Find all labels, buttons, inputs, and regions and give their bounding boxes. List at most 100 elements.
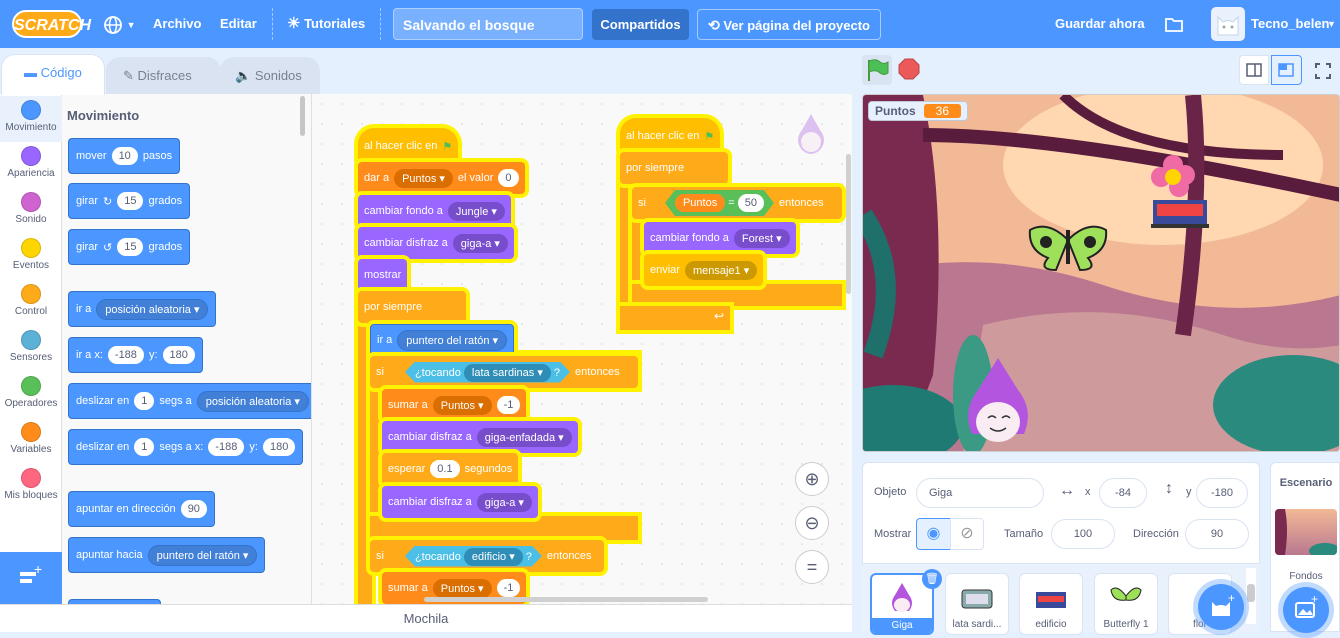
block-por-siempre[interactable]: por siempre	[620, 152, 728, 184]
add-backdrop-button[interactable]: +	[1283, 587, 1329, 633]
dropdown[interactable]: Forest ▾	[733, 228, 790, 248]
number-input[interactable]: 1	[134, 392, 155, 410]
number-input[interactable]: 180	[162, 346, 195, 364]
dropdown[interactable]: Puntos ▾	[432, 578, 492, 598]
block-deslizar-a[interactable]: deslizar en 1 segs a posición aleatoria ▾	[68, 383, 311, 419]
y-input[interactable]: -180	[1196, 478, 1248, 508]
block-deslizar-xy[interactable]: deslizar en 1 segs a x: -188 y: 180	[68, 429, 304, 465]
stage[interactable]: Puntos 36	[862, 94, 1340, 452]
menu-tutoriales[interactable]: ☀ Tutoriales	[287, 0, 365, 48]
block-girar-derecha[interactable]: girar ↻ 15 grados	[68, 183, 191, 219]
block-cambiar-disfraz[interactable]: cambiar disfraz a giga-a ▾	[358, 227, 514, 259]
sprite-name-input[interactable]: Giga	[916, 478, 1044, 508]
x-input[interactable]: -84	[1099, 478, 1147, 508]
compartidos-button[interactable]: Compartidos	[592, 9, 689, 40]
dropdown[interactable]: giga-a ▾	[452, 233, 508, 253]
block-mostrar[interactable]: mostrar	[358, 259, 408, 291]
block-si-puntos[interactable]: si Puntos = 50 entonces	[632, 187, 842, 219]
number-input[interactable]: 90	[180, 500, 207, 518]
block-cambiar-fondo[interactable]: cambiar fondo a Forest ▾	[644, 222, 796, 254]
dropdown[interactable]: puntero del ratón ▾	[397, 329, 508, 351]
category-apariencia[interactable]: Apariencia	[0, 142, 62, 188]
category-control[interactable]: Control	[0, 280, 62, 326]
block-sumar-a[interactable]: sumar a Puntos ▾ -1	[382, 389, 527, 421]
normal-stage-button[interactable]	[1271, 55, 1302, 85]
block-esperar[interactable]: esperar 0.1 segundos	[382, 453, 519, 485]
avatar[interactable]	[1211, 7, 1245, 41]
chevron-down-icon[interactable]: ▼	[1327, 0, 1336, 48]
folder-icon[interactable]	[1164, 0, 1184, 48]
size-input[interactable]: 100	[1051, 519, 1115, 549]
category-operadores[interactable]: Operadores	[0, 372, 62, 418]
number-input[interactable]: 15	[117, 192, 144, 210]
category-eventos[interactable]: Eventos	[0, 234, 62, 280]
dropdown[interactable]: giga-enfadada ▾	[476, 427, 572, 447]
direction-input[interactable]: 90	[1185, 519, 1249, 549]
language-menu[interactable]: ▼	[103, 0, 136, 48]
block-por-siempre[interactable]: por siempre	[358, 291, 466, 323]
script-vscrollbar[interactable]	[846, 154, 851, 294]
guardar-button[interactable]: Guardar ahora	[1055, 0, 1145, 48]
variable-monitor[interactable]: Puntos 36	[868, 101, 969, 121]
tab-disfraces[interactable]: ✎ Disfraces	[106, 57, 221, 95]
number-input[interactable]: 1	[134, 438, 155, 456]
block-cambiar-disfraz[interactable]: cambiar disfraz a giga-a ▾	[382, 486, 538, 518]
scratch-logo[interactable]: SCRATCH	[12, 10, 91, 38]
number-input[interactable]: 0.1	[430, 460, 460, 478]
block-ir-a[interactable]: ir a posición aleatoria ▾	[68, 291, 217, 327]
sprite-tile-butterfly[interactable]: Butterfly 1	[1094, 573, 1158, 635]
tab-sonidos[interactable]: 🔈 Sonidos	[220, 57, 320, 95]
green-flag-button[interactable]	[862, 55, 892, 85]
block-si-tocando-lata[interactable]: si ¿tocando lata sardinas ▾ ? entonces	[370, 356, 638, 388]
number-input[interactable]: -188	[208, 438, 245, 456]
small-stage-button[interactable]	[1239, 55, 1269, 85]
number-input[interactable]: 15	[117, 238, 144, 256]
block-ir-a-xy[interactable]: ir a x: -188 y: 180	[68, 337, 203, 373]
menu-archivo[interactable]: Archivo	[153, 0, 201, 48]
number-input[interactable]: -188	[107, 346, 144, 364]
dropdown[interactable]: Puntos ▾	[432, 395, 492, 415]
add-sprite-button[interactable]: +	[1198, 584, 1244, 630]
block-girar-izquierda[interactable]: girar ↺ 15 grados	[68, 229, 191, 265]
block-dar-a[interactable]: dar a Puntos ▾ el valor 0	[358, 162, 525, 194]
script-area[interactable]: al hacer clic en ⚑ dar a Puntos ▾ el valor 0…	[312, 94, 852, 604]
equals-condition[interactable]: Puntos = 50	[665, 190, 774, 216]
mochila-panel[interactable]: Mochila	[0, 604, 852, 632]
dropdown[interactable]: giga-a ▾	[476, 492, 532, 512]
category-variables[interactable]: Variables	[0, 418, 62, 464]
block-enviar[interactable]: enviar mensaje1 ▾	[644, 254, 764, 286]
dropdown[interactable]: puntero del ratón ▾	[147, 544, 258, 566]
block-si-tocando-edificio[interactable]: si ¿tocando edificio ▾ ? entonces	[370, 540, 604, 572]
dropdown[interactable]: Puntos ▾	[394, 168, 453, 188]
sprite-tile-lata[interactable]: lata sardi...	[945, 573, 1009, 635]
palette-scrollbar[interactable]	[300, 96, 305, 136]
dropdown[interactable]: mensaje1 ▾	[684, 260, 758, 280]
username[interactable]: Tecno_belen	[1251, 0, 1330, 48]
add-extension-button[interactable]: +	[0, 552, 62, 604]
zoom-in-button[interactable]: ⊕	[795, 462, 829, 496]
show-button[interactable]: ◉	[916, 518, 951, 550]
number-input[interactable]: 0	[498, 169, 519, 187]
delete-sprite-button[interactable]: 🗑	[922, 569, 942, 589]
block-apuntar-direccion[interactable]: apuntar en dirección 90	[68, 491, 215, 527]
tab-codigo[interactable]: ▬ Código	[1, 54, 105, 95]
tocando-condition[interactable]: ¿tocando edificio ▾ ?	[405, 546, 542, 567]
project-title-input[interactable]: Salvando el bosque	[393, 8, 583, 40]
block-mover[interactable]: mover 10 pasos	[68, 138, 181, 174]
number-input[interactable]: 10	[111, 147, 138, 165]
script-hscrollbar[interactable]	[424, 597, 708, 602]
block-ir-a[interactable]: ir a puntero del ratón ▾	[370, 324, 515, 356]
stage-panel[interactable]: Escenario Fondos +	[1270, 462, 1340, 633]
number-input[interactable]: -1	[496, 579, 521, 597]
script2-hat[interactable]: al hacer clic en ⚑	[620, 118, 721, 154]
dropdown[interactable]: Jungle ▾	[447, 201, 505, 221]
tocando-condition[interactable]: ¿tocando lata sardinas ▾ ?	[405, 362, 570, 383]
category-movimiento[interactable]: Movimiento	[0, 96, 62, 142]
block-cambiar-disfraz[interactable]: cambiar disfraz a giga-enfadada ▾	[382, 421, 578, 453]
zoom-reset-button[interactable]: =	[795, 550, 829, 584]
zoom-out-button[interactable]: ⊖	[795, 506, 829, 540]
ver-pagina-button[interactable]: ⟲ Ver página del proyecto	[697, 9, 881, 40]
dropdown[interactable]: posición aleatoria ▾	[196, 390, 309, 412]
dropdown[interactable]: posición aleatoria ▾	[96, 298, 209, 320]
script1-hat[interactable]: al hacer clic en ⚑	[358, 128, 459, 164]
